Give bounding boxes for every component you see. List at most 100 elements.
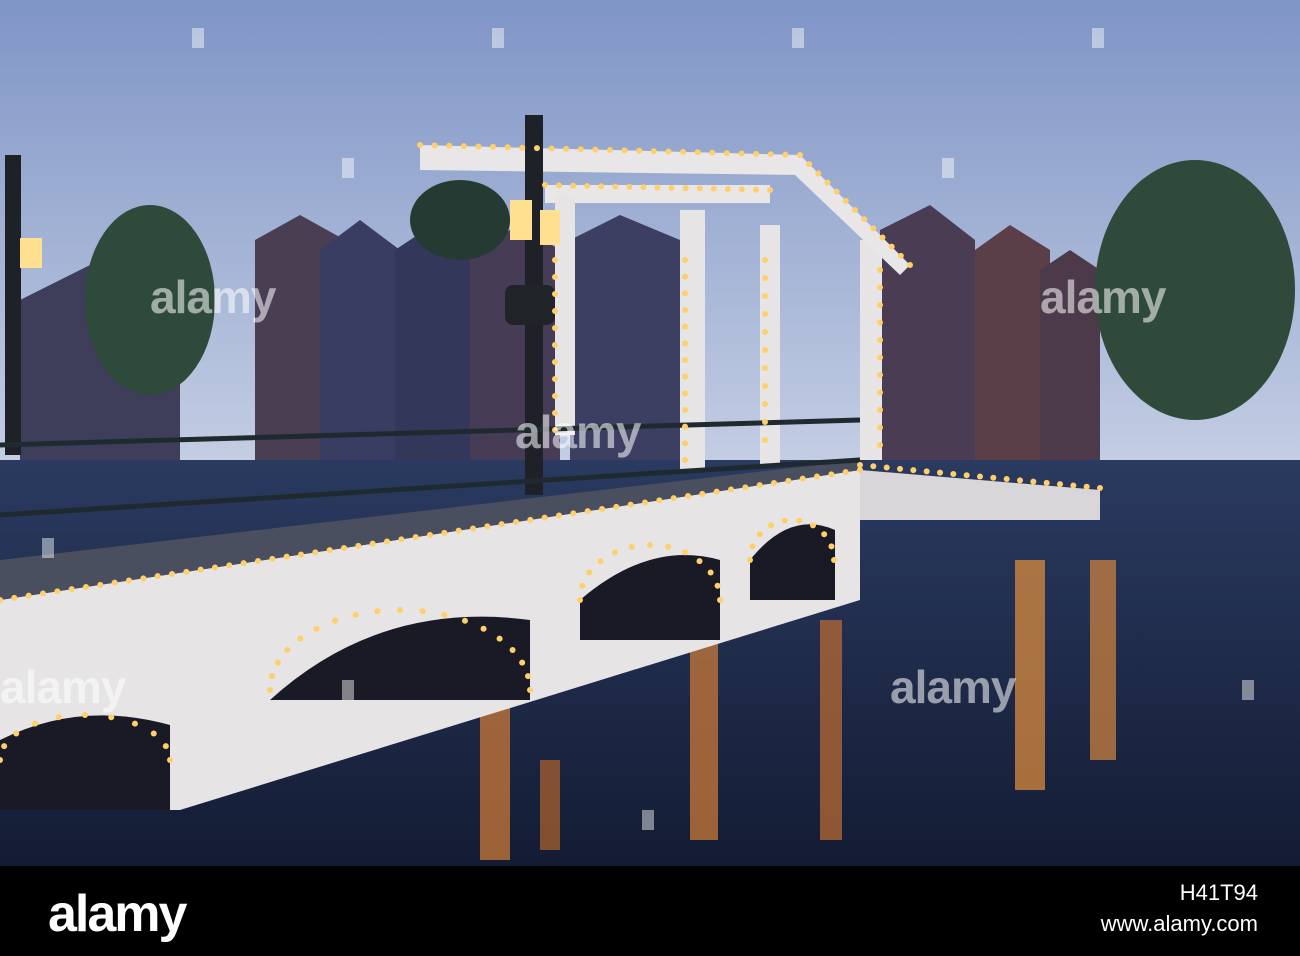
bulb-light bbox=[768, 522, 774, 529]
bulb-light bbox=[1057, 481, 1063, 488]
bulb-light bbox=[821, 531, 828, 538]
bulb-light bbox=[762, 311, 768, 317]
bulb-light bbox=[577, 597, 583, 603]
bulb-light bbox=[756, 531, 763, 538]
bulb-light bbox=[54, 588, 61, 595]
bulb-light bbox=[326, 547, 333, 554]
bulb-light bbox=[332, 617, 338, 624]
bulb-light bbox=[762, 257, 768, 263]
watermark-mark bbox=[192, 28, 204, 48]
bulb-light bbox=[352, 611, 359, 618]
bulb-light bbox=[753, 150, 760, 157]
bulb-light bbox=[888, 243, 895, 250]
bulb-light bbox=[255, 558, 261, 564]
bulb-light bbox=[597, 558, 604, 565]
bulb-light bbox=[696, 558, 703, 565]
bulb-light bbox=[831, 557, 837, 563]
bulb-light bbox=[1070, 482, 1077, 489]
bulb-light bbox=[97, 581, 104, 588]
bulb-light bbox=[738, 186, 745, 193]
bulb-light bbox=[636, 147, 643, 154]
bulb-light bbox=[83, 584, 89, 590]
watermark: alamy bbox=[515, 406, 641, 458]
bulb-light bbox=[714, 582, 721, 589]
bulb-light bbox=[762, 401, 768, 407]
bulb-light bbox=[682, 273, 688, 280]
bulb-light bbox=[513, 519, 519, 525]
watermark-mark bbox=[792, 28, 804, 48]
site-url: www.alamy.com bbox=[1100, 911, 1258, 936]
bulb-light bbox=[556, 512, 562, 519]
bulb-light bbox=[563, 145, 570, 152]
bulb-light bbox=[519, 144, 526, 151]
bulb-light bbox=[656, 497, 663, 504]
bulb-light bbox=[598, 183, 605, 190]
bulb-light bbox=[877, 424, 883, 431]
bulb-light bbox=[762, 383, 768, 389]
bulb-light bbox=[877, 267, 883, 273]
bulb-light bbox=[682, 340, 688, 347]
bulb-light bbox=[226, 562, 233, 569]
bulb-light bbox=[55, 714, 62, 721]
bulb-light bbox=[897, 252, 904, 259]
bulb-light bbox=[417, 142, 423, 148]
alamy-logo: alamy bbox=[48, 885, 187, 943]
bulb-light bbox=[857, 462, 863, 468]
bulb-light bbox=[877, 442, 883, 448]
bridge-scene bbox=[0, 0, 1300, 866]
bulb-light bbox=[937, 469, 943, 476]
bulb-light bbox=[592, 146, 599, 153]
bulb-light bbox=[496, 635, 503, 642]
bulb-light bbox=[628, 543, 635, 550]
bulb-light bbox=[490, 143, 497, 150]
bulb-light bbox=[990, 474, 997, 481]
bulb-light bbox=[441, 529, 448, 536]
bulb-light bbox=[877, 407, 883, 413]
bulb-light bbox=[650, 148, 657, 155]
bulb-light bbox=[810, 522, 816, 529]
bulb-light bbox=[552, 274, 558, 280]
bulb-light bbox=[682, 323, 688, 330]
bulb-light bbox=[709, 149, 716, 156]
bulb-light bbox=[685, 493, 691, 499]
bulb-light bbox=[570, 182, 577, 189]
bulb-light bbox=[762, 365, 768, 371]
bulb-light bbox=[504, 144, 511, 151]
bulb-light bbox=[762, 275, 768, 281]
bulb-light bbox=[640, 184, 647, 191]
bulb-light bbox=[877, 372, 883, 378]
bulb-light bbox=[484, 523, 491, 530]
bulb-light bbox=[397, 607, 403, 613]
bulb-light bbox=[519, 659, 526, 666]
bulb-light bbox=[570, 510, 577, 517]
bulb-light bbox=[480, 625, 487, 632]
bulb-light bbox=[32, 720, 39, 727]
bulb-light bbox=[728, 486, 734, 493]
bulb-light bbox=[762, 293, 768, 299]
bulb-light bbox=[682, 423, 688, 430]
bulb-light bbox=[162, 743, 169, 750]
watermark: alamy bbox=[890, 661, 1016, 713]
bulb-light bbox=[738, 150, 745, 157]
bulb-light bbox=[682, 307, 688, 313]
bulb-light bbox=[842, 197, 849, 204]
bulb-light bbox=[552, 291, 558, 297]
bulb-light bbox=[796, 517, 803, 524]
bulb-light bbox=[767, 187, 773, 193]
bulb-light bbox=[552, 342, 558, 348]
watermark-mark bbox=[1242, 680, 1254, 700]
bulb-light bbox=[950, 470, 957, 477]
bulb-light bbox=[584, 182, 591, 189]
bulb-light bbox=[723, 150, 730, 157]
bulb-light bbox=[40, 590, 46, 597]
bulb-light bbox=[877, 337, 883, 343]
bulb-light bbox=[668, 184, 675, 191]
bulb-light bbox=[527, 687, 533, 693]
bulb-light bbox=[167, 757, 173, 763]
bulb-light bbox=[771, 480, 777, 486]
bulb-light bbox=[963, 472, 970, 479]
bulb-light bbox=[542, 182, 548, 188]
bulb-light bbox=[682, 185, 689, 192]
bulb-light bbox=[682, 373, 688, 380]
stock-footer: alamy H41T94 www.alamy.com bbox=[0, 866, 1300, 956]
